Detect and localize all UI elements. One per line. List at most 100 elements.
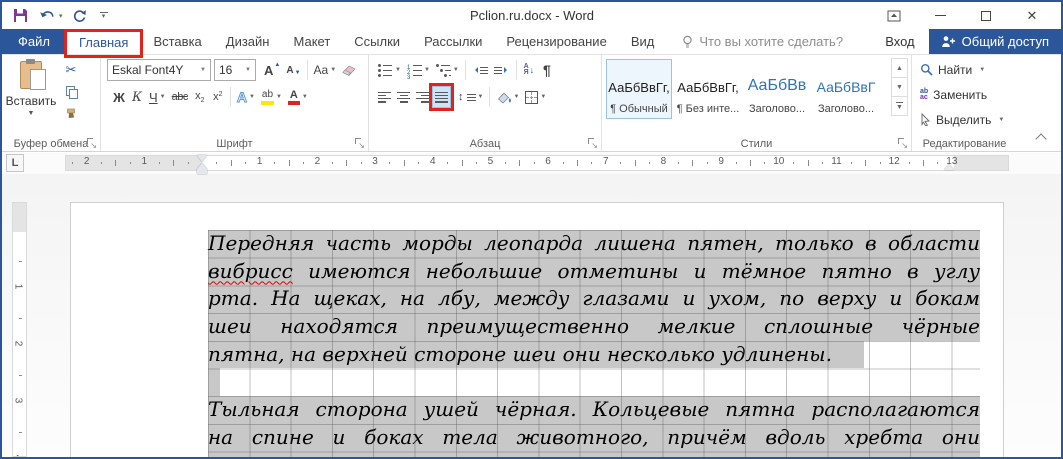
copy-button[interactable] [62, 83, 80, 101]
line-spacing-button[interactable]: ↕▼ [455, 86, 486, 108]
group-styles: АаБбВвГг, ¶ Обычный АаБбВвГг, ¶ Без инте… [602, 55, 912, 151]
tab-file[interactable]: Файл [2, 29, 66, 54]
increase-indent-button[interactable] [491, 59, 513, 81]
format-painter-button[interactable] [62, 105, 80, 123]
decrease-indent-button[interactable] [469, 59, 491, 81]
styles-gallery-more[interactable]: ▼ [891, 96, 908, 116]
document-text-row[interactable]: Тыльная сторона ушей чёрная. Кольцевые п… [208, 396, 980, 424]
document-page[interactable]: Передняя часть морды леопарда лишена пят… [70, 202, 1004, 457]
document-empty-row[interactable] [208, 368, 980, 396]
font-name-combo[interactable]: Eskal Font4Y ▼ [107, 59, 211, 81]
find-button[interactable]: Найти ▼ [912, 57, 1017, 82]
change-case-button[interactable]: Aa▼ [311, 59, 340, 81]
shrink-font-button[interactable]: А▼ [283, 59, 303, 81]
text-effects-button[interactable]: А▼ [234, 86, 258, 108]
document-text-row[interactable]: пятна, на верхней стороне шеи они нескол… [208, 341, 980, 369]
increase-indent-icon [494, 67, 510, 74]
collapse-ribbon-button[interactable] [1035, 133, 1046, 144]
styles-scroll-up[interactable]: ▲ [891, 58, 908, 78]
document-line: Тыльная сторона ушей чёрная. Кольцевые п… [208, 396, 980, 424]
bold-icon: Ж [113, 90, 125, 105]
style-card-heading2[interactable]: АаБбВвГ Заголово... [813, 59, 879, 119]
paste-clipboard-icon [20, 61, 42, 89]
document-text-row[interactable]: рта. На щеках, на лбу, между глазами и у… [208, 285, 980, 313]
style-name: Заголово... [749, 103, 805, 115]
align-center-button[interactable] [394, 86, 413, 108]
numbering-icon [407, 64, 422, 77]
tab-references[interactable]: Ссылки [342, 29, 412, 54]
sign-in-button[interactable]: Вход [871, 29, 928, 54]
undo-dropdown-caret[interactable]: ▾ [59, 12, 63, 20]
clear-formatting-button[interactable] [339, 59, 359, 81]
subscript-button[interactable]: x2 [191, 86, 209, 108]
minimize-button[interactable] [917, 2, 963, 29]
ribbon-display-options-button[interactable] [871, 2, 917, 29]
right-indent-marker[interactable] [944, 164, 954, 170]
tab-review[interactable]: Рецензирование [494, 29, 618, 54]
share-button[interactable]: Общий доступ [929, 29, 1061, 54]
font-color-button[interactable]: А▼ [285, 86, 311, 108]
ruler-tick [736, 162, 737, 164]
ruler-tick [808, 160, 809, 166]
ruler-tick [476, 162, 477, 164]
select-button[interactable]: Выделить ▼ [912, 107, 1017, 132]
tab-design[interactable]: Дизайн [214, 29, 282, 54]
numbering-button[interactable]: ▼ [404, 59, 433, 81]
ruler-tick [332, 162, 333, 164]
sort-button[interactable]: АЯ ↓ [520, 59, 538, 81]
show-paragraph-marks-button[interactable]: ¶ [538, 59, 556, 81]
close-button[interactable]: ✕ [1009, 2, 1055, 29]
shading-button[interactable]: ▼ [493, 86, 522, 108]
text-highlight-button[interactable]: ab▼ [258, 86, 285, 108]
style-card-no-spacing[interactable]: АаБбВвГг, ¶ Без инте... [675, 59, 741, 119]
grow-font-icon: А [264, 63, 273, 78]
style-card-normal[interactable]: АаБбВвГг, ¶ Обычный [606, 59, 672, 119]
save-icon [13, 8, 28, 23]
maximize-button[interactable] [963, 2, 1009, 29]
tab-layout[interactable]: Макет [281, 29, 342, 54]
tab-mailings[interactable]: Рассылки [412, 29, 494, 54]
ruler-tick [19, 375, 22, 376]
horizontal-ruler[interactable]: 1234567891011121312 [65, 155, 1009, 171]
redo-button[interactable] [70, 5, 90, 27]
strikethrough-button[interactable]: abc [169, 86, 191, 108]
tab-insert[interactable]: Вставка [141, 29, 213, 54]
ruler-tick [389, 162, 390, 164]
tab-stop-selector[interactable]: L [6, 154, 24, 172]
align-left-button[interactable] [375, 86, 394, 108]
font-dialog-launcher[interactable] [354, 137, 365, 148]
styles-scroll-down[interactable]: ▼ [891, 77, 908, 97]
styles-dialog-launcher[interactable] [897, 137, 908, 148]
document-text-row[interactable]: Передняя часть морды леопарда лишена пят… [208, 230, 980, 258]
cut-button[interactable]: ✂ [62, 61, 80, 79]
bullets-button[interactable]: ▼ [375, 59, 404, 81]
borders-button[interactable]: ▼ [522, 86, 549, 108]
font-size-combo[interactable]: 16 ▼ [214, 59, 256, 81]
tell-me-box[interactable]: Что вы хотите сделать? [682, 29, 843, 54]
indent-markers[interactable] [197, 155, 207, 174]
vertical-ruler[interactable]: 1234 [12, 202, 27, 457]
superscript-button[interactable]: x2 [209, 86, 227, 108]
document-partial-row[interactable] [208, 452, 980, 458]
document-text-row[interactable]: на спине и боках тела животного, причём … [208, 424, 980, 452]
underline-button[interactable]: Ч▼ [146, 86, 169, 108]
justify-button[interactable] [432, 86, 451, 108]
italic-button[interactable]: К [128, 86, 146, 108]
tab-view[interactable]: Вид [619, 29, 667, 54]
document-text-row[interactable]: вибрисс имеются небольшие отметины и тём… [208, 258, 980, 286]
styles-group-label: Стили [602, 138, 911, 150]
tab-home[interactable]: Главная [66, 29, 141, 54]
undo-button[interactable] [37, 5, 57, 27]
grow-font-button[interactable]: А▲ [261, 59, 283, 81]
clipboard-dialog-launcher[interactable] [86, 137, 97, 148]
document-text-row[interactable]: шеи находятся преимущественно мелкие спл… [208, 313, 980, 341]
align-right-button[interactable] [413, 86, 432, 108]
customize-qat-button[interactable]: ▾ [97, 5, 111, 27]
paste-button[interactable]: Вставить ▼ [7, 59, 55, 131]
style-card-heading1[interactable]: АаБбВв Заголово... [744, 59, 810, 119]
multilevel-list-button[interactable]: ▼ [433, 59, 462, 81]
bold-button[interactable]: Ж [110, 86, 128, 108]
save-button[interactable] [10, 5, 30, 27]
paragraph-dialog-launcher[interactable] [587, 137, 598, 148]
replace-button[interactable]: ab ac Заменить [912, 82, 1017, 107]
